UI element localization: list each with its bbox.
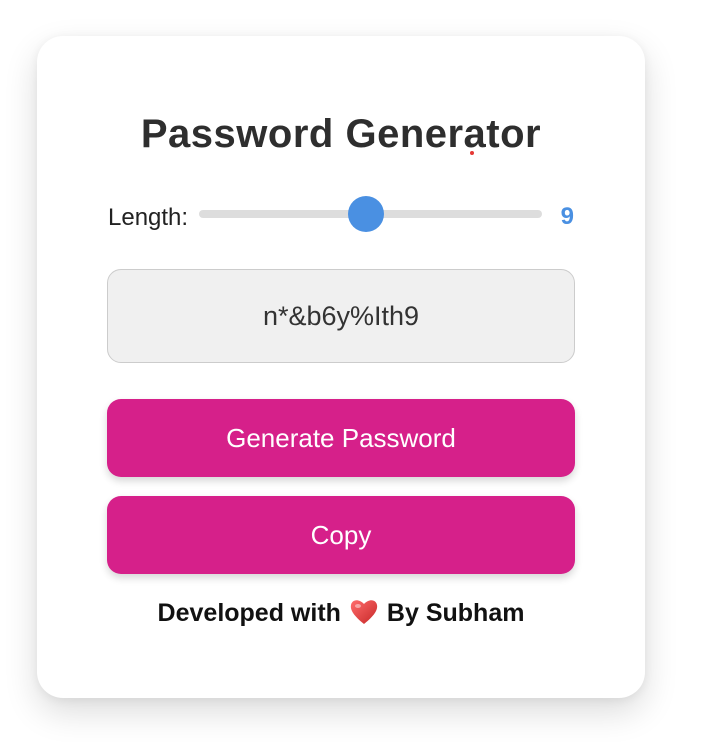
copy-button[interactable]: Copy xyxy=(107,496,575,574)
heart-icon xyxy=(349,598,379,626)
cursor-dot xyxy=(470,151,474,155)
length-label: Length: xyxy=(108,204,189,231)
length-row: Length: 9 xyxy=(108,196,578,236)
password-output[interactable]: n*&b6y%Ith9 xyxy=(107,269,575,363)
length-value: 9 xyxy=(560,203,574,230)
length-slider[interactable] xyxy=(199,196,542,232)
footer-prefix: Developed with xyxy=(157,599,341,627)
page-title: Password Generator xyxy=(140,112,542,156)
generate-password-button[interactable]: Generate Password xyxy=(107,399,575,477)
length-slider-thumb[interactable] xyxy=(347,196,384,232)
footer-suffix: By Subham xyxy=(386,599,525,627)
footer-credit: Developed with By Subham xyxy=(0,598,682,628)
